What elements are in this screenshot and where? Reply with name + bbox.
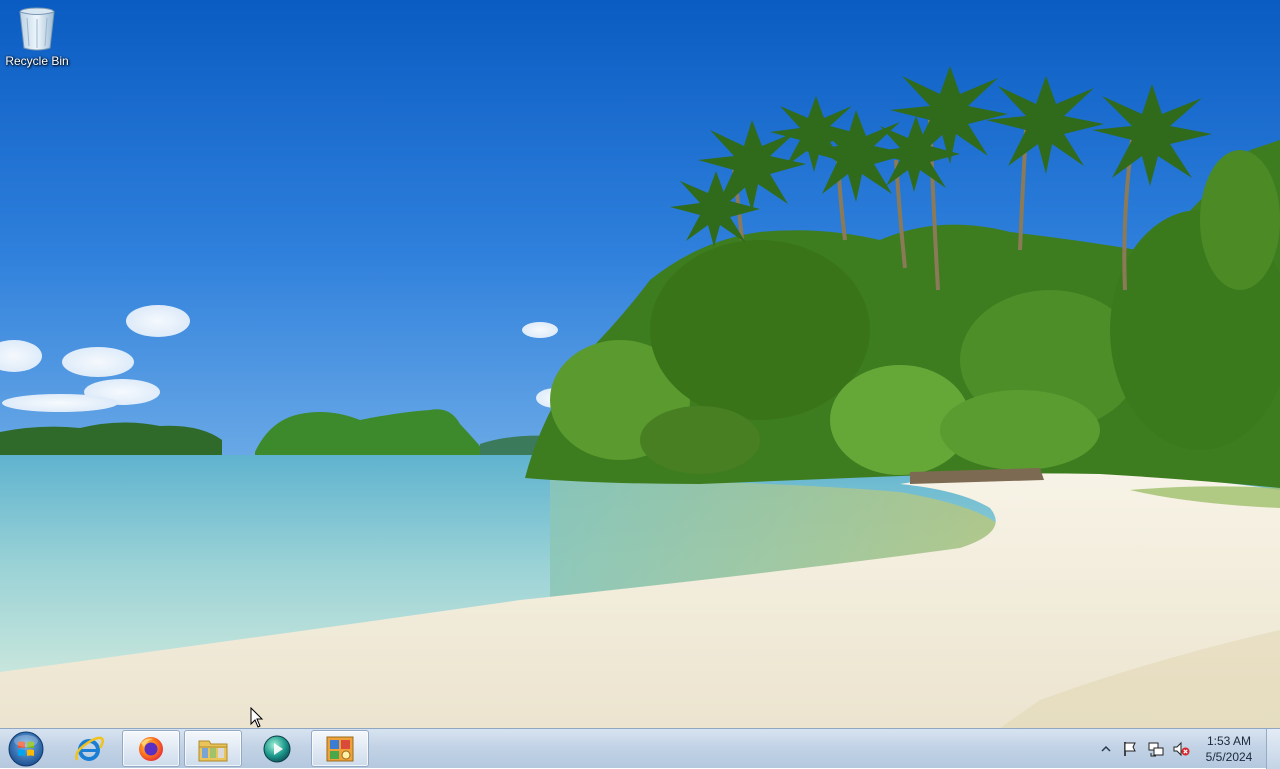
beach-wallpaper bbox=[0, 0, 1280, 728]
taskbar-control-panel[interactable] bbox=[311, 730, 369, 767]
control-panel-icon bbox=[326, 736, 354, 761]
firefox-icon bbox=[139, 736, 163, 761]
media-player-icon bbox=[263, 735, 291, 762]
desktop[interactable]: Recycle Bin bbox=[0, 0, 1280, 728]
start-button[interactable] bbox=[4, 730, 48, 768]
recycle-bin-label: Recycle Bin bbox=[5, 54, 69, 68]
taskbar-media-player[interactable] bbox=[248, 730, 306, 767]
taskbar-windows-explorer[interactable] bbox=[184, 730, 242, 767]
action-center-tray[interactable] bbox=[1119, 729, 1141, 769]
file-explorer-icon bbox=[198, 740, 228, 761]
windows-start-orb-icon bbox=[8, 731, 44, 767]
recycle-bin-icon bbox=[19, 7, 55, 51]
clock-time: 1:53 AM bbox=[1206, 734, 1252, 748]
network-tray[interactable] bbox=[1145, 729, 1167, 769]
volume-tray[interactable] bbox=[1170, 729, 1192, 769]
show-desktop-button[interactable] bbox=[1266, 729, 1280, 769]
mouse-cursor-icon bbox=[250, 707, 264, 728]
taskbar-firefox[interactable] bbox=[122, 730, 180, 767]
taskbar-internet-explorer[interactable] bbox=[60, 730, 118, 767]
taskbar: 1:53 AM 5/5/2024 bbox=[0, 728, 1280, 769]
desktop-icon-recycle-bin[interactable]: Recycle Bin bbox=[4, 6, 70, 72]
show-hidden-icons-button[interactable] bbox=[1098, 729, 1114, 769]
internet-explorer-icon bbox=[75, 736, 104, 761]
show-hidden-icons-icon bbox=[1101, 745, 1111, 752]
taskbar-clock[interactable]: 1:53 AM 5/5/2024 bbox=[1192, 732, 1266, 766]
network-icon bbox=[1148, 742, 1164, 757]
clock-date: 5/5/2024 bbox=[1205, 750, 1253, 764]
action-center-flag-icon bbox=[1124, 742, 1136, 756]
volume-muted-icon bbox=[1173, 741, 1190, 757]
